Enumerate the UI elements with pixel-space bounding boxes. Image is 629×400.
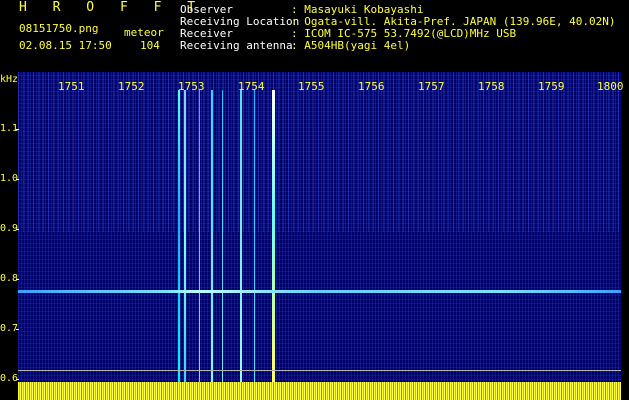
spectrogram bbox=[18, 72, 621, 400]
x-tick-label: 1757 bbox=[418, 80, 445, 93]
reference-line bbox=[18, 370, 621, 371]
carrier-line bbox=[18, 290, 621, 293]
brand-title: H R O F F T bbox=[19, 0, 205, 15]
x-tick-label: 1753 bbox=[178, 80, 205, 93]
y-tick bbox=[16, 379, 19, 380]
meteor-echo-trace bbox=[211, 90, 213, 400]
y-axis-unit: kHz bbox=[0, 74, 19, 85]
x-tick-label: 1752 bbox=[118, 80, 145, 93]
x-tick-label: 1756 bbox=[358, 80, 385, 93]
meteor-echo-trace bbox=[178, 90, 180, 400]
meteor-echo-trace bbox=[240, 90, 242, 400]
meteor-echo-trace bbox=[222, 90, 223, 400]
antenna-value: : A504HB(yagi 4el) bbox=[291, 39, 411, 52]
noise-floor bbox=[18, 382, 621, 400]
x-tick-label: 1755 bbox=[298, 80, 325, 93]
category-label: meteor bbox=[124, 26, 164, 39]
y-tick bbox=[16, 179, 19, 180]
datetime: 02.08.15 17:50 bbox=[19, 39, 112, 52]
y-tick bbox=[16, 129, 19, 130]
noise-band bbox=[18, 72, 621, 232]
antenna-label: Receiving antenna bbox=[180, 39, 293, 52]
x-tick-label: 1754 bbox=[238, 80, 265, 93]
header: H R O F F T 08151750.png 02.08.15 17:50 … bbox=[0, 0, 629, 72]
category-count: 104 bbox=[140, 39, 160, 52]
filename: 08151750.png bbox=[19, 22, 99, 35]
meteor-echo-trace bbox=[199, 90, 200, 400]
meteor-echo-trace bbox=[184, 90, 186, 400]
y-axis bbox=[0, 72, 18, 400]
meteor-echo-trace bbox=[254, 90, 255, 400]
x-tick-label: 1800 bbox=[597, 80, 624, 93]
y-tick bbox=[16, 279, 19, 280]
y-tick bbox=[16, 229, 19, 230]
meteor-echo-trace bbox=[272, 90, 275, 400]
x-tick-label: 1751 bbox=[58, 80, 85, 93]
y-tick bbox=[16, 329, 19, 330]
x-tick-label: 1759 bbox=[538, 80, 565, 93]
x-tick-label: 1758 bbox=[478, 80, 505, 93]
